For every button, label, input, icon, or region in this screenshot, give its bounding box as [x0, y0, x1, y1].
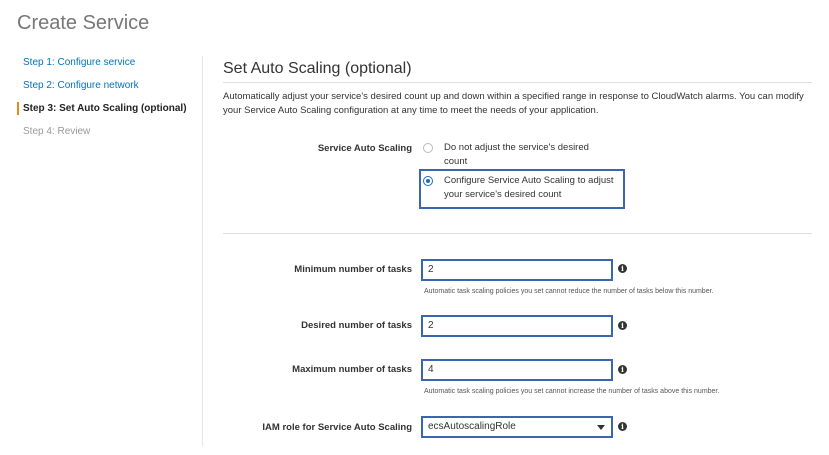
info-icon[interactable]: i: [618, 321, 627, 330]
page-title: Create Service: [17, 12, 150, 34]
min-tasks-input[interactable]: 2: [421, 259, 613, 281]
step-review: Step 4: Review: [23, 126, 91, 137]
info-icon[interactable]: i: [618, 264, 627, 273]
iam-role-select[interactable]: ecsAutoscalingRole: [421, 416, 613, 438]
chevron-down-icon: [597, 425, 605, 430]
info-icon[interactable]: i: [618, 422, 627, 431]
max-tasks-label: Maximum number of tasks: [292, 364, 412, 375]
radio-configure-auto-scaling-label[interactable]: Configure Service Auto Scaling to adjust…: [444, 174, 616, 202]
step-configure-service[interactable]: Step 1: Configure service: [17, 56, 197, 69]
auto-scaling-label: Service Auto Scaling: [317, 143, 412, 154]
radio-do-not-adjust-label[interactable]: Do not adjust the service's desired coun…: [444, 141, 614, 169]
form-divider: [223, 233, 812, 234]
desired-tasks-input[interactable]: 2: [421, 315, 613, 337]
max-tasks-help: Automatic task scaling policies you set …: [424, 388, 720, 395]
iam-role-label: IAM role for Service Auto Scaling: [262, 422, 412, 433]
radio-configure-auto-scaling[interactable]: [423, 176, 433, 186]
min-tasks-help: Automatic task scaling policies you set …: [424, 288, 714, 295]
max-tasks-input[interactable]: 4: [421, 359, 613, 381]
desired-tasks-label: Desired number of tasks: [301, 320, 412, 331]
iam-role-value: ecsAutoscalingRole: [428, 421, 516, 432]
radio-do-not-adjust[interactable]: [423, 143, 433, 153]
step-set-auto-scaling: Step 3: Set Auto Scaling (optional): [17, 102, 197, 115]
min-tasks-label: Minimum number of tasks: [294, 264, 412, 275]
steps-divider: [202, 56, 203, 446]
section-description: Automatically adjust your service's desi…: [223, 91, 804, 116]
info-icon[interactable]: i: [618, 365, 627, 374]
section-title-divider: [223, 82, 812, 83]
step-configure-network[interactable]: Step 2: Configure network: [17, 79, 197, 92]
section-title: Set Auto Scaling (optional): [223, 60, 412, 77]
wizard-steps: Step 1: Configure service Step 2: Config…: [17, 56, 197, 148]
